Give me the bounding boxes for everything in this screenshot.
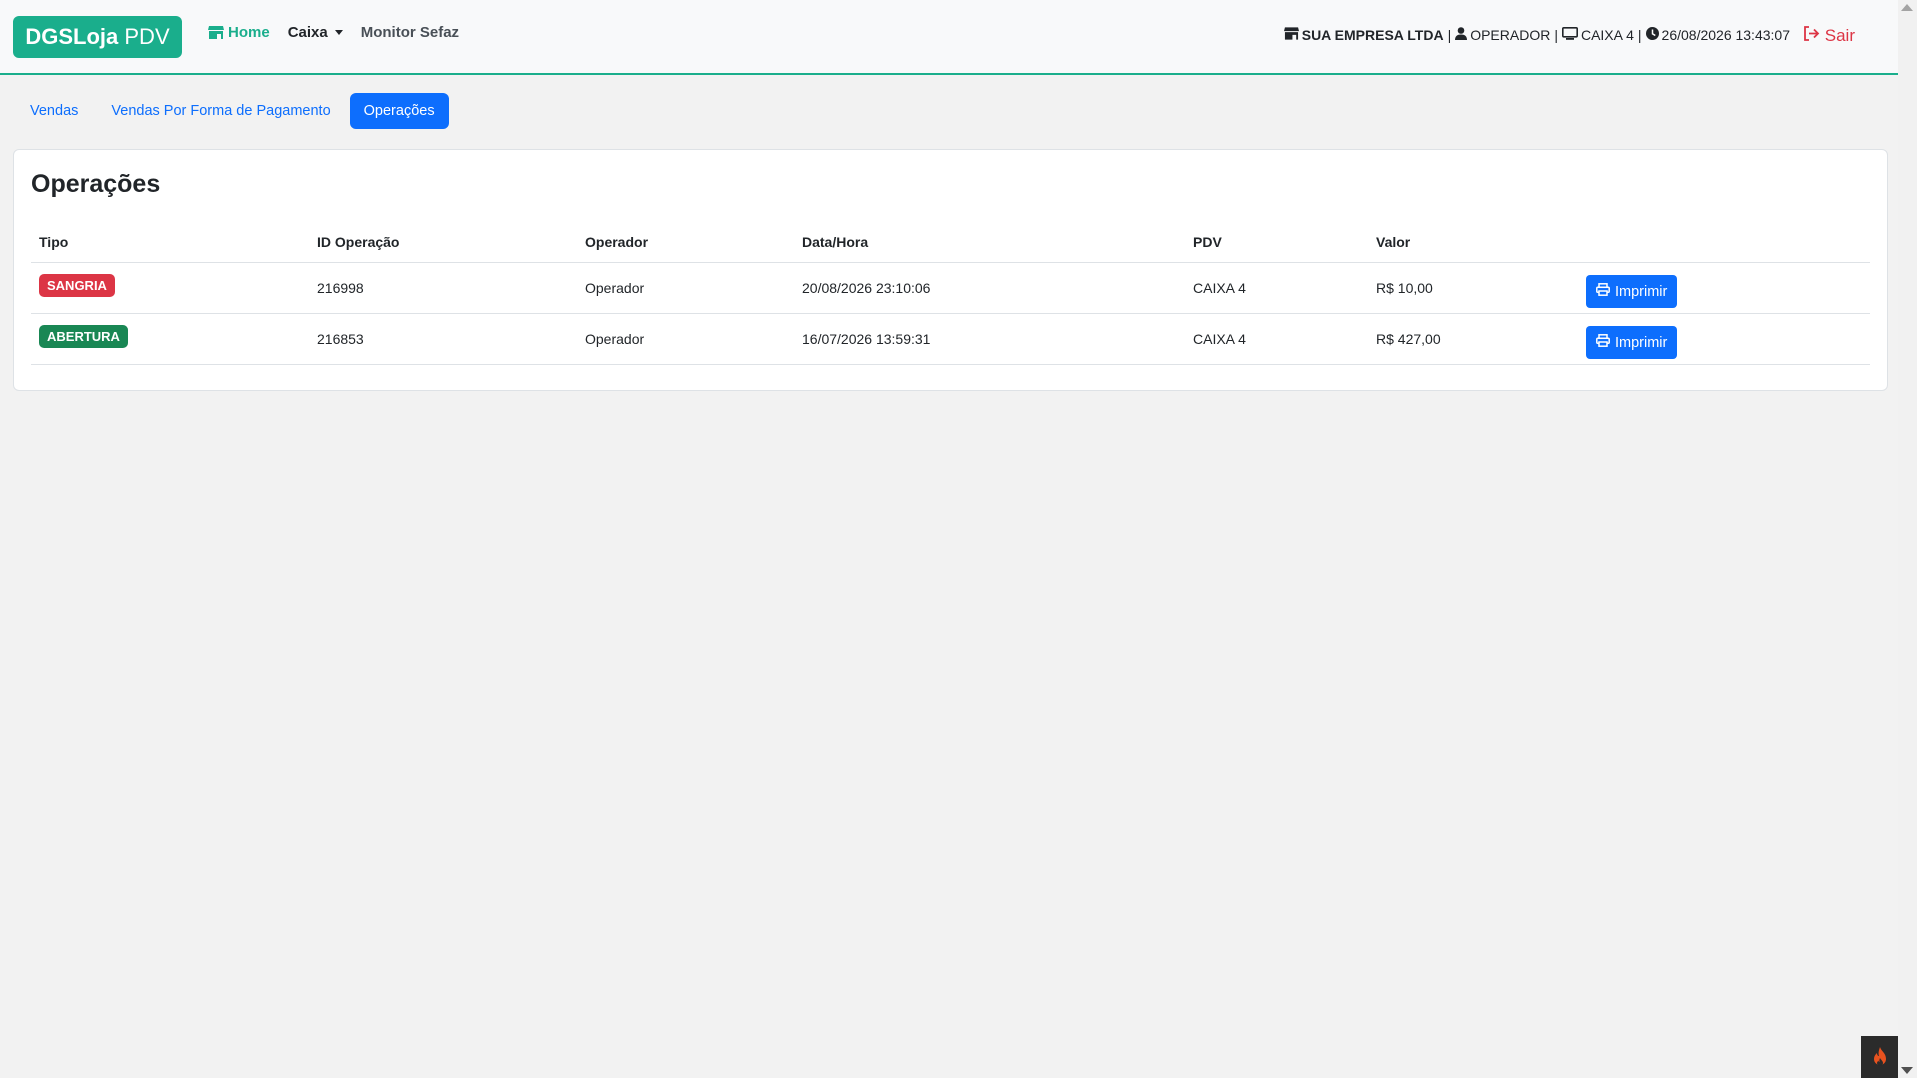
column-header-actions [1578, 222, 1870, 263]
column-header-datahora: Data/Hora [794, 222, 1185, 263]
cell-operador: Operador [577, 262, 794, 314]
cell-pdv: CAIXA 4 [1185, 262, 1368, 314]
nav-home[interactable]: Home [208, 24, 270, 41]
column-header-valor: Valor [1368, 222, 1578, 263]
cell-tipo: ABERTURA [31, 313, 309, 365]
separator: | [1554, 27, 1558, 43]
scroll-up-arrow-icon[interactable] [1901, 4, 1913, 11]
user-icon [1455, 27, 1468, 43]
cell-valor: R$ 427,00 [1368, 313, 1578, 365]
company-name: SUA EMPRESA LTDA [1301, 27, 1444, 43]
flame-icon[interactable] [1861, 1036, 1898, 1078]
print-button[interactable]: Imprimir [1586, 326, 1678, 359]
vertical-scrollbar[interactable] [1898, 0, 1917, 1078]
table-row: ABERTURA 216853 Operador 16/07/2026 13:5… [31, 313, 1870, 365]
column-header-tipo: Tipo [31, 222, 309, 263]
clock-icon [1645, 27, 1659, 43]
scroll-down-arrow-icon[interactable] [1901, 1067, 1913, 1074]
cell-tipo: SANGRIA [31, 262, 309, 314]
status-badge: ABERTURA [39, 325, 128, 348]
separator: | [1637, 27, 1642, 43]
nav-caixa-dropdown[interactable]: Caixa [288, 24, 343, 41]
main-nav: Home Caixa Monitor Sefaz [208, 24, 477, 41]
nav-home-label: Home [228, 24, 270, 41]
table-header-row: Tipo ID Operação Operador Data/Hora PDV … [31, 222, 1870, 263]
cell-actions: Imprimir [1578, 313, 1870, 365]
cell-datahora: 16/07/2026 13:59:31 [794, 313, 1185, 365]
print-button[interactable]: Imprimir [1586, 275, 1678, 308]
current-datetime: 26/08/2026 13:43:07 [1661, 27, 1790, 43]
nav-monitor-label: Monitor Sefaz [360, 24, 460, 41]
cell-id: 216853 [309, 313, 577, 365]
print-icon [1596, 283, 1615, 300]
cell-id: 216998 [309, 262, 577, 314]
tab-operacoes[interactable]: Operações [349, 93, 449, 129]
chevron-down-icon [334, 30, 343, 35]
brand-logo[interactable]: DGSLoja PDV [13, 16, 182, 58]
status-badge: SANGRIA [39, 274, 115, 297]
pdv-name: CAIXA 4 [1580, 27, 1634, 43]
store-icon [208, 26, 228, 39]
column-header-pdv: PDV [1185, 222, 1368, 263]
session-info: SUA EMPRESA LTDA | OPERADOR | CAIXA 4 | … [1283, 27, 1790, 43]
logout-label: Sair [1824, 26, 1855, 45]
tab-vendas-por-forma-de-pagamento[interactable]: Vendas Por Forma de Pagamento [97, 93, 344, 129]
tab-bar: Vendas Vendas Por Forma de Pagamento Ope… [16, 93, 454, 129]
cell-actions: Imprimir [1578, 262, 1870, 314]
operator-name: OPERADOR [1470, 27, 1551, 43]
print-button-label: Imprimir [1615, 283, 1668, 300]
store-icon [1283, 27, 1299, 43]
cell-valor: R$ 10,00 [1368, 262, 1578, 314]
cell-operador: Operador [577, 313, 794, 365]
cell-pdv: CAIXA 4 [1185, 313, 1368, 365]
operations-card: Operações Tipo ID Operação Operador Data… [13, 149, 1888, 391]
brand-suffix: PDV [118, 24, 170, 49]
print-icon [1596, 334, 1615, 351]
separator: | [1447, 27, 1452, 43]
column-header-operador: Operador [577, 222, 794, 263]
monitor-icon [1561, 27, 1578, 43]
cell-datahora: 20/08/2026 23:10:06 [794, 262, 1185, 314]
column-header-id: ID Operação [309, 222, 577, 263]
operations-table: Tipo ID Operação Operador Data/Hora PDV … [31, 222, 1870, 365]
nav-monitor-sefaz[interactable]: Monitor Sefaz [361, 24, 459, 41]
logout-button[interactable]: Sair [1803, 26, 1855, 46]
tab-vendas[interactable]: Vendas [16, 93, 92, 129]
table-row: SANGRIA 216998 Operador 20/08/2026 23:10… [31, 262, 1870, 314]
sign-out-icon [1803, 26, 1825, 46]
brand-name: DGSLoja [25, 24, 119, 49]
top-navbar: DGSLoja PDV Home Caixa Monitor Sefaz SUA… [0, 0, 1898, 75]
page-title: Operações [31, 170, 161, 198]
nav-caixa-label: Caixa [287, 24, 328, 41]
print-button-label: Imprimir [1615, 334, 1668, 351]
